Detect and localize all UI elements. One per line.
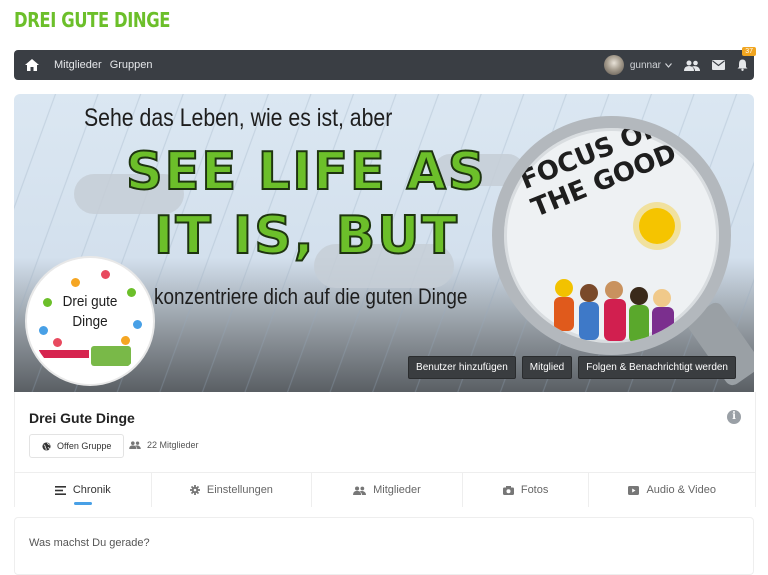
deco-dot — [121, 336, 130, 345]
add-user-button[interactable]: Benutzer hinzufügen — [408, 356, 516, 379]
deco-dot — [71, 278, 80, 287]
magnifier-lens: FOCUS ON THE GOOD BITS — [492, 116, 731, 355]
top-navbar: Mitglieder Gruppen gunnar 37 — [14, 47, 756, 80]
deco-dot — [127, 288, 136, 297]
cover-text-line3: IT IS, BUT — [153, 205, 459, 267]
info-icon[interactable]: i — [727, 410, 741, 424]
tab-label: Chronik — [72, 484, 111, 496]
people-illustration — [554, 279, 674, 343]
sun-icon — [639, 208, 675, 244]
active-tab-indicator — [73, 502, 92, 505]
globe-icon — [42, 441, 51, 451]
tab-fotos[interactable]: Fotos — [463, 473, 590, 507]
group-avatar-title: Drei gute Dinge — [62, 293, 118, 330]
deco-box — [91, 346, 131, 366]
users-icon — [129, 441, 141, 449]
cover-action-buttons: Benutzer hinzufügen Mitglied Folgen & Be… — [408, 356, 736, 379]
mail-icon[interactable] — [712, 60, 725, 70]
deco-dot — [53, 338, 62, 347]
follow-notify-button[interactable]: Folgen & Benachrichtigt werden — [578, 356, 736, 379]
tab-label: Audio & Video — [646, 484, 716, 496]
cover-text-line4: konzentriere dich auf die guten Dinge — [154, 284, 468, 309]
notification-badge: 37 — [742, 47, 756, 56]
group-tabs: Chronik Einstellungen Mitglieder Fotos A… — [14, 472, 756, 507]
deco-dot — [133, 320, 142, 329]
home-icon[interactable] — [18, 50, 46, 80]
tab-label: Fotos — [520, 484, 549, 496]
member-button[interactable]: Mitglied — [521, 356, 573, 379]
group-type-badge[interactable]: Offen Gruppe — [29, 434, 125, 458]
group-avatar[interactable]: Drei gute Dinge — [27, 258, 153, 384]
site-logo[interactable]: DREI GUTE DINGE — [14, 8, 171, 32]
deco-dot — [43, 298, 52, 307]
gear-icon — [189, 485, 200, 495]
nav-link-groups[interactable]: Gruppen — [110, 59, 153, 71]
tab-chronik[interactable]: Chronik — [15, 473, 152, 507]
camera-icon — [502, 485, 514, 495]
list-icon — [54, 485, 66, 495]
group-info-panel: Drei Gute Dinge i Offen Gruppe 22 Mitgli… — [14, 392, 756, 472]
composer-placeholder[interactable]: Was machst Du gerade? — [29, 537, 150, 549]
tab-audio-video[interactable]: Audio & Video — [589, 473, 755, 507]
member-count-label: 22 Mitglieder — [147, 440, 199, 450]
tab-mitglieder[interactable]: Mitglieder — [312, 473, 463, 507]
tab-label: Einstellungen — [206, 484, 273, 496]
friends-icon[interactable] — [684, 60, 700, 71]
user-menu[interactable]: gunnar — [630, 60, 672, 71]
group-cover-image: Sehe das Leben, wie es ist, aber SEE LIF… — [14, 94, 754, 392]
cover-text-line2: SEE LIFE AS — [125, 141, 487, 203]
navbar-right: gunnar 37 — [603, 47, 756, 80]
deco-banner — [39, 350, 89, 358]
users-icon — [353, 485, 367, 495]
member-count[interactable]: 22 Mitglieder — [129, 434, 199, 456]
tab-label: Mitglieder — [373, 484, 421, 496]
group-type-label: Offen Gruppe — [57, 441, 112, 451]
user-avatar[interactable] — [603, 55, 624, 75]
deco-dot — [39, 326, 48, 335]
deco-dot — [101, 270, 110, 279]
group-title: Drei Gute Dinge — [29, 410, 135, 426]
cover-text-line1: Sehe das Leben, wie es ist, aber — [84, 104, 393, 132]
chevron-down-icon — [665, 62, 672, 68]
video-icon — [628, 485, 640, 495]
status-composer[interactable]: Was machst Du gerade? — [14, 517, 754, 575]
username: gunnar — [629, 59, 661, 71]
tab-einstellungen[interactable]: Einstellungen — [152, 473, 313, 507]
nav-link-members[interactable]: Mitglieder — [54, 59, 102, 71]
bell-icon[interactable]: 37 — [737, 47, 756, 71]
